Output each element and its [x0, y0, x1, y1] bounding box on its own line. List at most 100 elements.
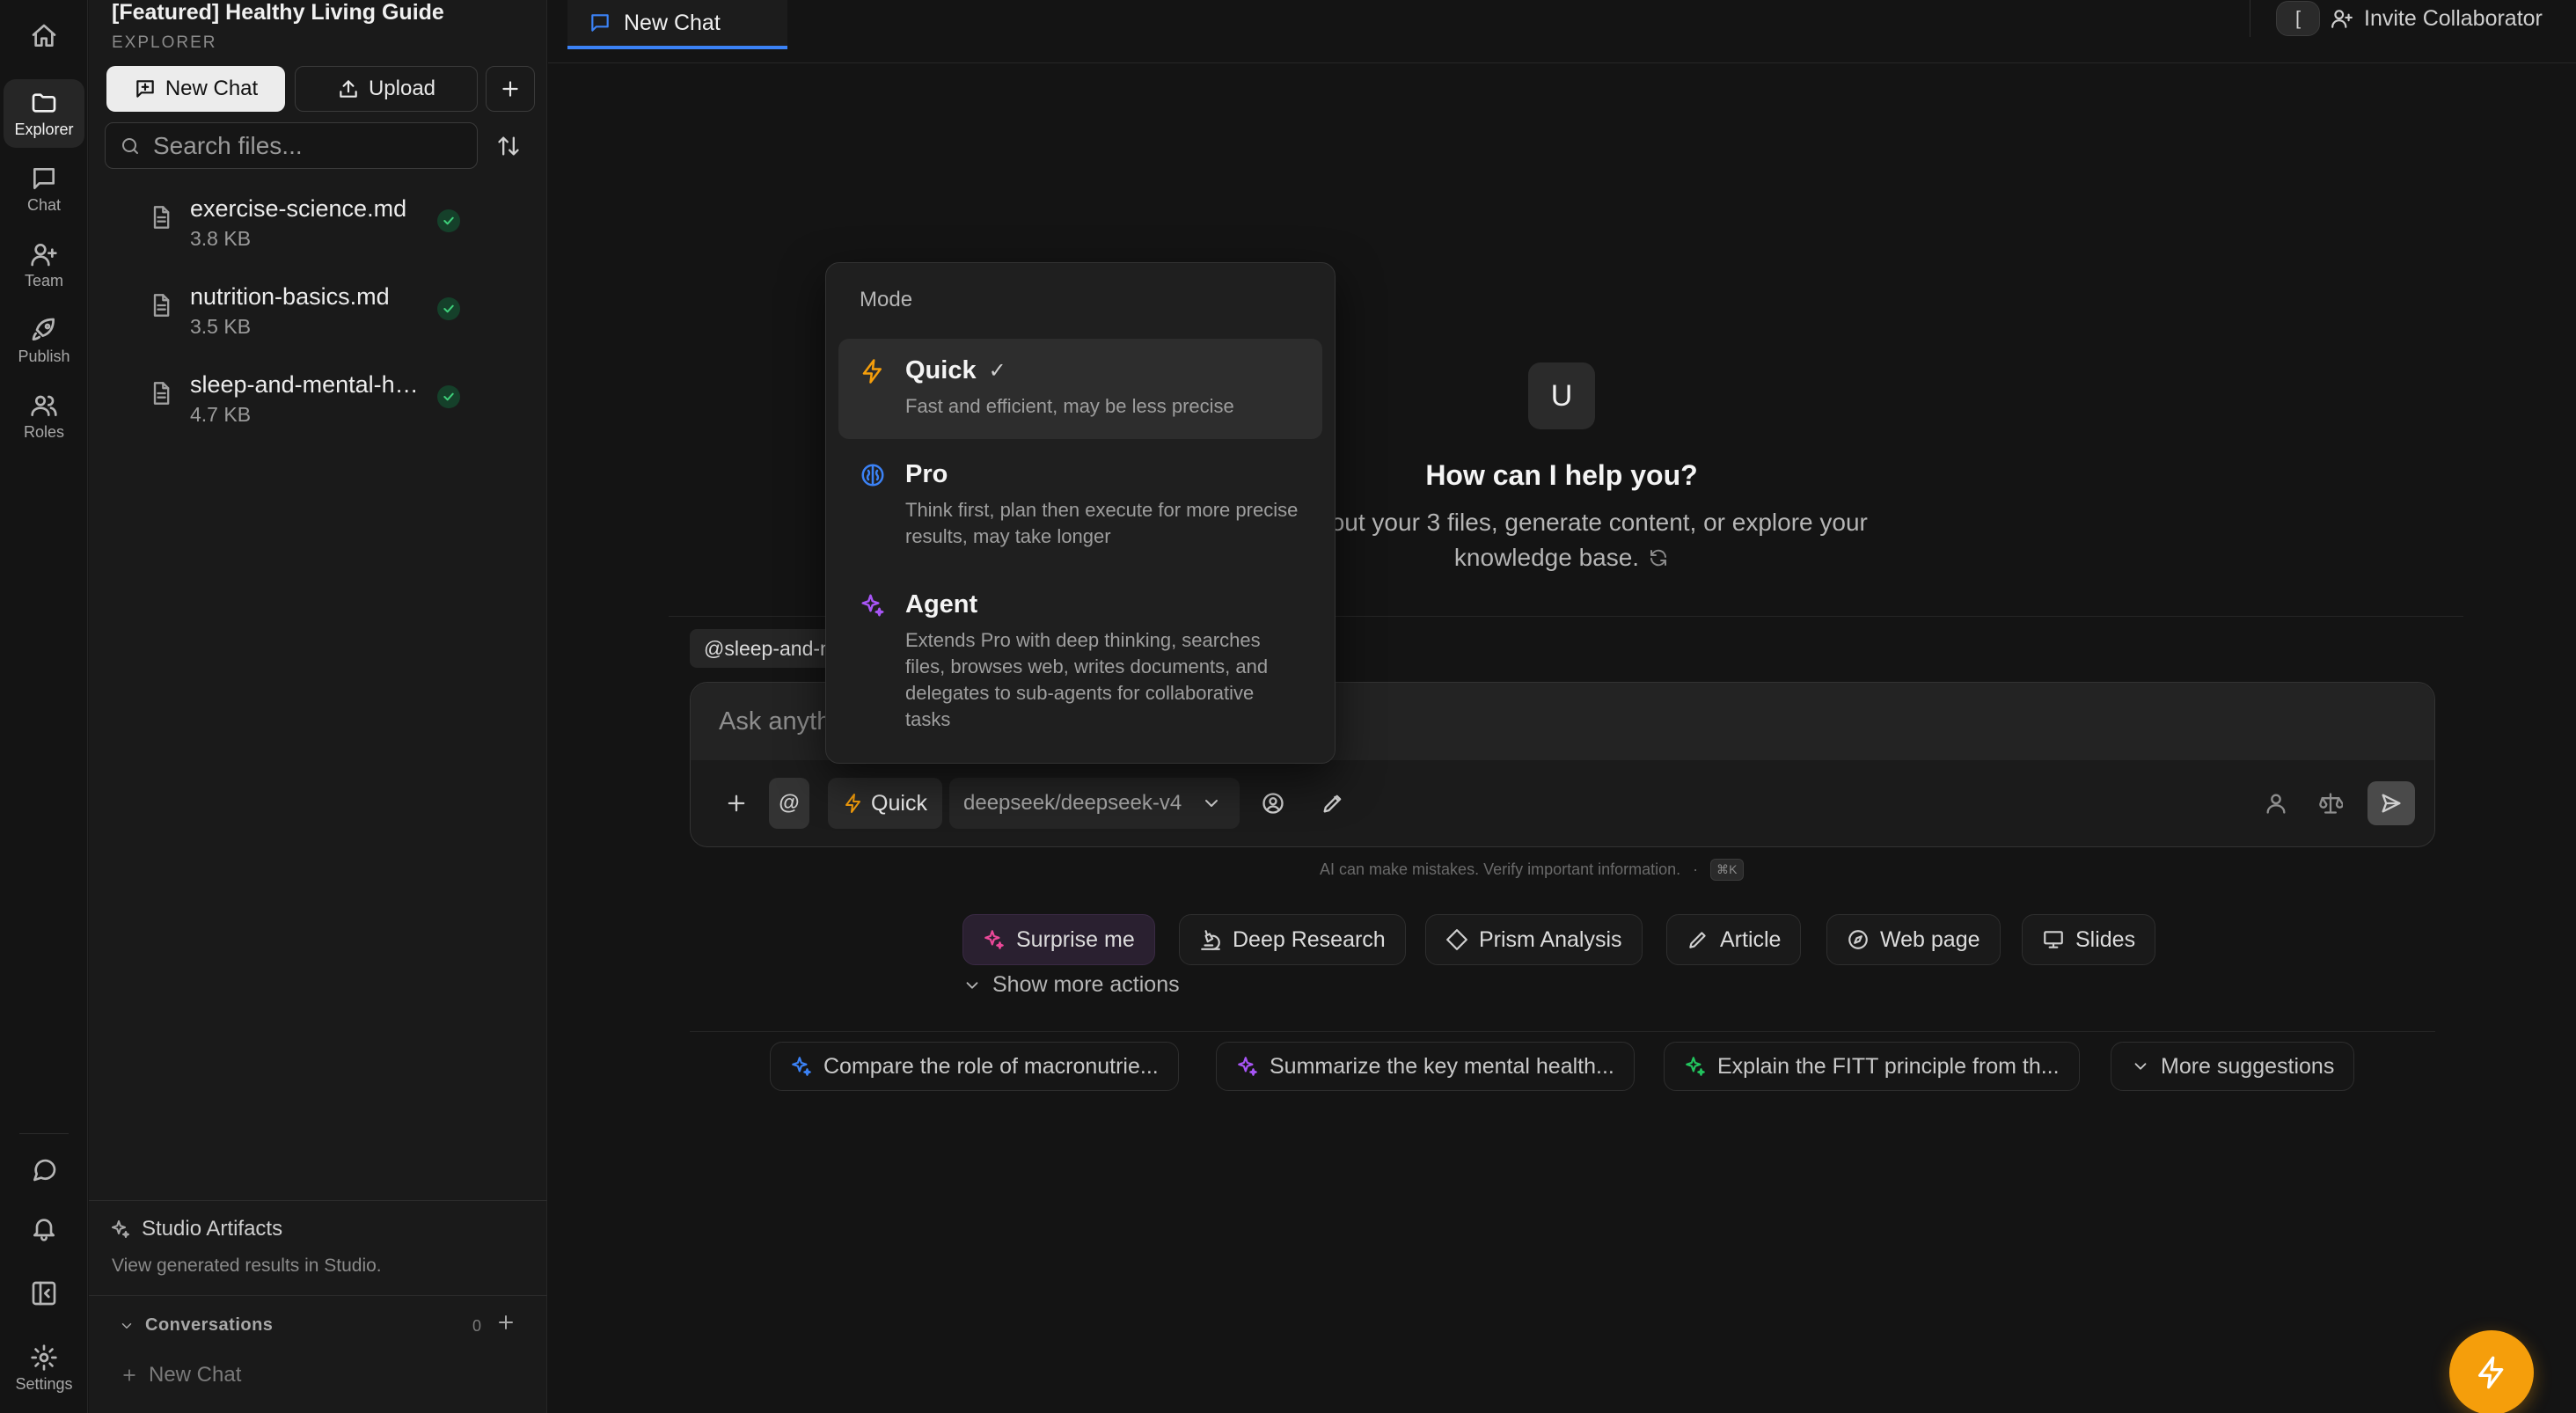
sparkles-icon: [110, 1219, 131, 1240]
suggestion-chip[interactable]: Summarize the key mental health...: [1216, 1042, 1635, 1091]
studio-artifacts-section[interactable]: Studio Artifacts View generated results …: [89, 1200, 547, 1295]
rail-messages[interactable]: [4, 1136, 84, 1203]
mode-option-description: Fast and efficient, may be less precise: [905, 395, 1234, 417]
check-icon: [437, 209, 460, 232]
scale-icon: [2319, 793, 2343, 814]
home-icon: [30, 22, 58, 50]
compare-button[interactable]: [2311, 778, 2350, 829]
send-button[interactable]: [2367, 781, 2415, 825]
file-item[interactable]: sleep-and-mental-health.md 4.7 KB: [142, 368, 538, 438]
mode-option-quick[interactable]: Quick ✓ Fast and efficient, may be less …: [838, 339, 1322, 439]
suggestion-chip[interactable]: Explain the FITT principle from th...: [1664, 1042, 2080, 1091]
new-chat-button[interactable]: New Chat: [106, 66, 285, 112]
attach-button[interactable]: [717, 778, 756, 829]
add-conversation-button[interactable]: [495, 1312, 516, 1333]
mode-selector[interactable]: Quick: [828, 778, 942, 829]
studio-title-text: Studio Artifacts: [142, 1217, 283, 1241]
user-avatar[interactable]: [: [2276, 1, 2320, 36]
upload-icon: [337, 77, 360, 100]
show-more-actions[interactable]: Show more actions: [962, 972, 1180, 998]
divider: [690, 1031, 2435, 1032]
invite-label: Invite Collaborator: [2364, 5, 2543, 31]
model-selector[interactable]: deepseek/deepseek-v4: [949, 778, 1240, 829]
quick-action-fab[interactable]: [2449, 1330, 2534, 1413]
welcome-subtitle-line2: knowledge base.: [1453, 544, 1640, 571]
mention-button[interactable]: @: [769, 778, 809, 829]
mode-option-agent[interactable]: Agent Extends Pro with deep thinking, se…: [838, 573, 1322, 752]
top-bar: New Chat [ Invite Collaborator: [548, 0, 2576, 63]
user-icon: [2266, 794, 2286, 814]
rail-explorer[interactable]: Explorer: [4, 79, 84, 148]
file-name: nutrition-basics.md: [190, 283, 390, 310]
surprise-me-label: Surprise me: [1016, 926, 1135, 952]
chevron-down-icon: [2131, 1057, 2150, 1076]
disclaimer: AI can make mistakes. Verify important i…: [1320, 859, 1744, 881]
sort-button[interactable]: [493, 130, 524, 162]
dot-separator: ·: [1693, 860, 1699, 878]
web-page-button[interactable]: Web page: [1826, 914, 2001, 965]
invite-collaborator-button[interactable]: Invite Collaborator: [2331, 0, 2543, 37]
tab-new-chat[interactable]: New Chat: [567, 0, 787, 49]
gear-icon: [30, 1343, 58, 1372]
suggestion-label: Summarize the key mental health...: [1270, 1053, 1614, 1079]
mode-label: Quick: [871, 790, 927, 816]
file-mention-chip[interactable]: @sleep-and-mental-health.md: [690, 629, 839, 668]
conversation-new-chat[interactable]: New Chat: [121, 1363, 241, 1387]
rail-collapse[interactable]: [4, 1260, 84, 1327]
rail-settings[interactable]: Settings: [4, 1330, 84, 1406]
more-suggestions-button[interactable]: More suggestions: [2111, 1042, 2355, 1091]
mode-option-title: Agent: [905, 590, 977, 619]
show-more-label: Show more actions: [992, 972, 1180, 997]
sidebar-collapse-icon: [30, 1279, 58, 1307]
edit-button[interactable]: [1314, 778, 1352, 829]
persona-button[interactable]: [1254, 778, 1292, 829]
sparkles-icon: [790, 1055, 813, 1078]
file-item[interactable]: exercise-science.md 3.8 KB: [142, 192, 538, 262]
article-label: Article: [1720, 926, 1782, 952]
suggestion-chip[interactable]: Compare the role of macronutrie...: [770, 1042, 1179, 1091]
mode-dropdown-header: Mode: [860, 288, 913, 311]
more-suggestions-label: More suggestions: [2161, 1053, 2335, 1079]
section-label: EXPLORER: [112, 33, 217, 52]
add-button[interactable]: [486, 66, 535, 112]
disclaimer-text: AI can make mistakes. Verify important i…: [1320, 860, 1681, 878]
check-icon: [437, 297, 460, 320]
tab-label: New Chat: [624, 10, 721, 35]
sparkles-icon: [860, 592, 886, 619]
prism-analysis-label: Prism Analysis: [1479, 926, 1622, 952]
rail-notifications[interactable]: [4, 1195, 84, 1262]
file-item[interactable]: nutrition-basics.md 3.5 KB: [142, 280, 538, 350]
surprise-me-button[interactable]: Surprise me: [962, 914, 1155, 965]
rail-team[interactable]: Team: [4, 231, 84, 299]
rail-chat[interactable]: Chat: [4, 155, 84, 223]
slides-button[interactable]: Slides: [2022, 914, 2156, 965]
conversations-toggle[interactable]: Conversations: [119, 1315, 273, 1336]
message-circle-icon: [30, 1155, 58, 1183]
mode-option-name: Pro: [905, 460, 948, 488]
file-text-icon: [149, 292, 173, 318]
upload-button[interactable]: Upload: [295, 66, 478, 112]
user-plus-icon: [30, 240, 58, 268]
collaborators-button[interactable]: [2257, 778, 2295, 829]
article-button[interactable]: Article: [1666, 914, 1802, 965]
conversations-label: Conversations: [145, 1315, 274, 1335]
rocket-icon: [30, 316, 58, 344]
rail-home[interactable]: [4, 2, 84, 70]
rail-roles[interactable]: Roles: [4, 382, 84, 450]
plus-icon: [121, 1366, 138, 1384]
rail-team-label: Team: [24, 271, 63, 289]
search-field[interactable]: [105, 122, 478, 169]
user-circle-icon: [1262, 793, 1284, 814]
rail-publish[interactable]: Publish: [4, 306, 84, 375]
pen-icon: [1687, 928, 1709, 951]
studio-title: Studio Artifacts: [110, 1217, 282, 1241]
search-input[interactable]: [153, 131, 443, 160]
rail-explorer-label: Explorer: [14, 120, 74, 138]
prism-analysis-button[interactable]: Prism Analysis: [1425, 914, 1643, 965]
mode-option-pro[interactable]: Pro Think first, plan then execute for m…: [838, 443, 1322, 566]
refresh-icon[interactable]: [1648, 547, 1669, 568]
checkmark-icon: ✓: [988, 359, 1006, 383]
suggestion-label: Compare the role of macronutrie...: [823, 1053, 1159, 1079]
deep-research-button[interactable]: Deep Research: [1179, 914, 1406, 965]
rail-chat-label: Chat: [26, 195, 62, 214]
